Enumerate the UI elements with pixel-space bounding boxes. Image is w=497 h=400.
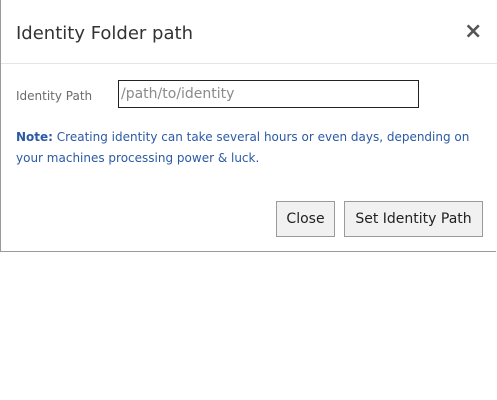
note-body: Creating identity can take several hours… xyxy=(16,130,470,165)
identity-path-dialog: Identity Folder path × Identity Path Not… xyxy=(0,0,497,252)
identity-path-input[interactable] xyxy=(118,80,419,108)
dialog-header: Identity Folder path × xyxy=(1,0,497,64)
close-icon[interactable]: × xyxy=(464,19,482,45)
dialog-title: Identity Folder path xyxy=(16,23,193,44)
note-label: Note: xyxy=(16,130,53,144)
note-text: Note: Creating identity can take several… xyxy=(16,127,486,169)
close-button[interactable]: Close xyxy=(276,201,335,237)
identity-path-label: Identity Path xyxy=(16,89,93,103)
set-identity-path-button[interactable]: Set Identity Path xyxy=(344,201,483,237)
